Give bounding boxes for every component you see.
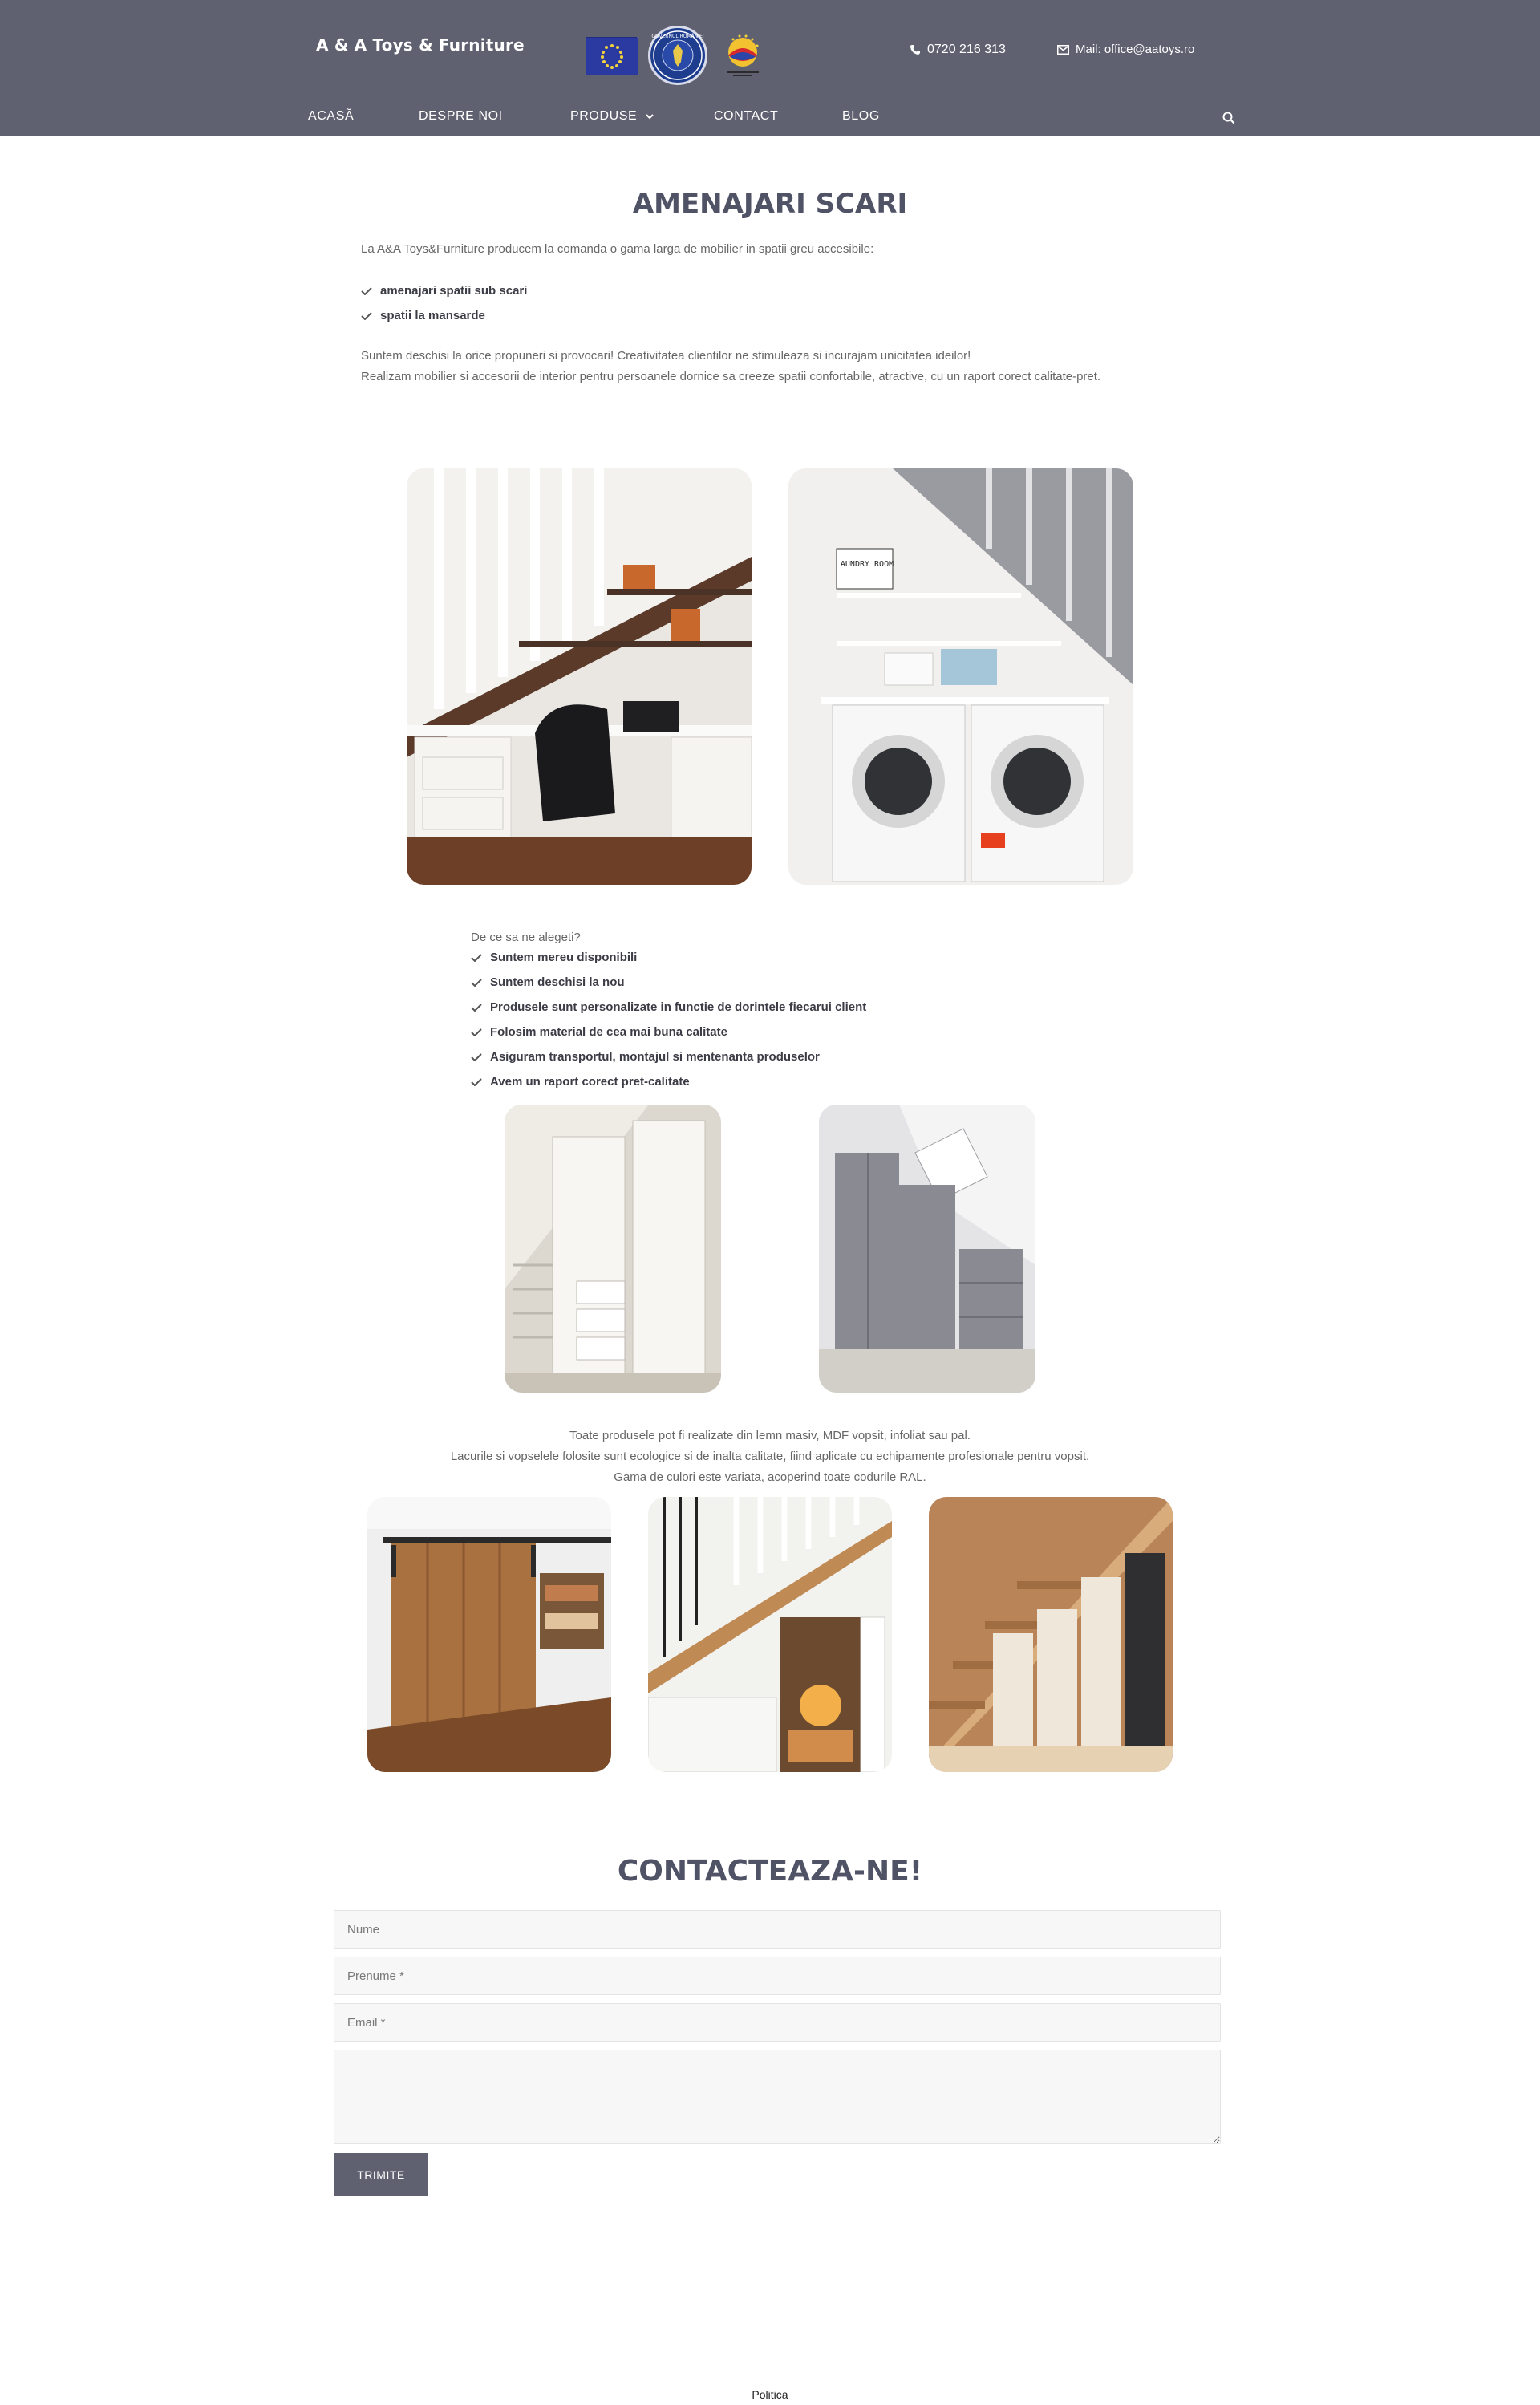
check-icon [361, 286, 372, 295]
regio-program-logo [719, 31, 767, 79]
header-phone[interactable]: 0720 216 313 [910, 43, 1006, 57]
reasons-list: Suntem mereu disponibili Suntem deschisi… [471, 945, 866, 1094]
submit-button[interactable]: TRIMITE [334, 2153, 428, 2196]
photo-under-stairs-office [407, 468, 752, 885]
chevron-down-icon [646, 114, 654, 120]
email-address: Mail: office@aatoys.ro [1076, 43, 1195, 56]
list-item: Suntem deschisi la nou [471, 970, 866, 995]
site-logo[interactable]: A & A Toys & Furniture [316, 35, 525, 55]
check-icon [471, 978, 482, 987]
name-field[interactable] [334, 1910, 1221, 1949]
check-icon [471, 1003, 482, 1012]
policy-link[interactable]: Politica [0, 2388, 1540, 2401]
phone-number: 0720 216 313 [927, 43, 1006, 56]
list-item: spatii la mansarde [361, 303, 527, 328]
main-nav: ACASĂ DESPRE NOI PRODUSE CONTACT BLOG [0, 109, 1540, 127]
check-icon [471, 1077, 482, 1086]
list-item: Suntem mereu disponibili [471, 945, 866, 970]
photo-stair-playroom [648, 1497, 892, 1772]
envelope-icon [1057, 44, 1069, 55]
intro-text: La A&A Toys&Furniture producem la comand… [361, 242, 874, 256]
page-title: AMENAJARI SCARI [632, 188, 908, 220]
nav-item-blog[interactable]: BLOG [842, 109, 880, 124]
spaces-list: amenajari spatii sub scari spatii la man… [361, 278, 527, 328]
materials-text-2: Lacurile si vopselele folosite sunt ecol… [450, 1450, 1090, 1463]
nav-item-produse[interactable]: PRODUSE [570, 109, 654, 124]
nav-item-contact[interactable]: CONTACT [714, 109, 778, 124]
contact-title: CONTACTEAZA-NE! [617, 1855, 923, 1888]
check-icon [361, 311, 372, 320]
funding-logos: GUVERNUL ROMÂNIEI [586, 24, 767, 87]
check-icon [471, 1052, 482, 1061]
why-us-label: De ce sa ne alegeti? [471, 931, 581, 944]
svg-text:LAUNDRY ROOM: LAUNDRY ROOM [836, 560, 894, 569]
romanian-government-seal: GUVERNUL ROMÂNIEI [648, 26, 707, 85]
firstname-field[interactable] [334, 1957, 1221, 1995]
svg-text:GUVERNUL ROMÂNIEI: GUVERNUL ROMÂNIEI [651, 34, 703, 39]
list-item: Asiguram transportul, montajul si menten… [471, 1044, 866, 1069]
photo-stair-wardrobe [505, 1105, 721, 1393]
header-email[interactable]: Mail: office@aatoys.ro [1057, 43, 1194, 56]
nav-item-despre-noi[interactable]: DESPRE NOI [419, 109, 503, 124]
nav-item-acasa[interactable]: ACASĂ [308, 109, 354, 124]
email-field[interactable] [334, 2003, 1221, 2042]
list-item: Produsele sunt personalizate in functie … [471, 995, 866, 1020]
materials-text-1: Toate produsele pot fi realizate din lem… [569, 1429, 971, 1442]
photo-sliding-barn-door [367, 1497, 611, 1772]
photo-attic-wardrobe [819, 1105, 1035, 1393]
message-field[interactable] [334, 2050, 1221, 2144]
paragraph-furniture: Realizam mobilier si accesorii de interi… [361, 370, 1101, 383]
materials-text-3: Gama de culori este variata, acoperind t… [614, 1470, 926, 1484]
phone-icon [910, 45, 920, 55]
photo-stair-drawers [929, 1497, 1173, 1772]
eu-flag-logo [586, 37, 638, 75]
list-item: amenajari spatii sub scari [361, 278, 527, 303]
site-header: A & A Toys & Furniture GUVERNUL ROMÂNIEI [0, 0, 1540, 136]
list-item: Folosim material de cea mai buna calitat… [471, 1020, 866, 1044]
search-icon[interactable] [1222, 111, 1236, 125]
list-item: Avem un raport corect pret-calitate [471, 1069, 866, 1094]
nav-item-produse-label: PRODUSE [570, 109, 638, 123]
photo-under-stairs-laundry: LAUNDRY ROOM [788, 468, 1133, 885]
paragraph-creativity: Suntem deschisi la orice propuneri si pr… [361, 349, 971, 363]
check-icon [471, 1028, 482, 1036]
check-icon [471, 953, 482, 962]
